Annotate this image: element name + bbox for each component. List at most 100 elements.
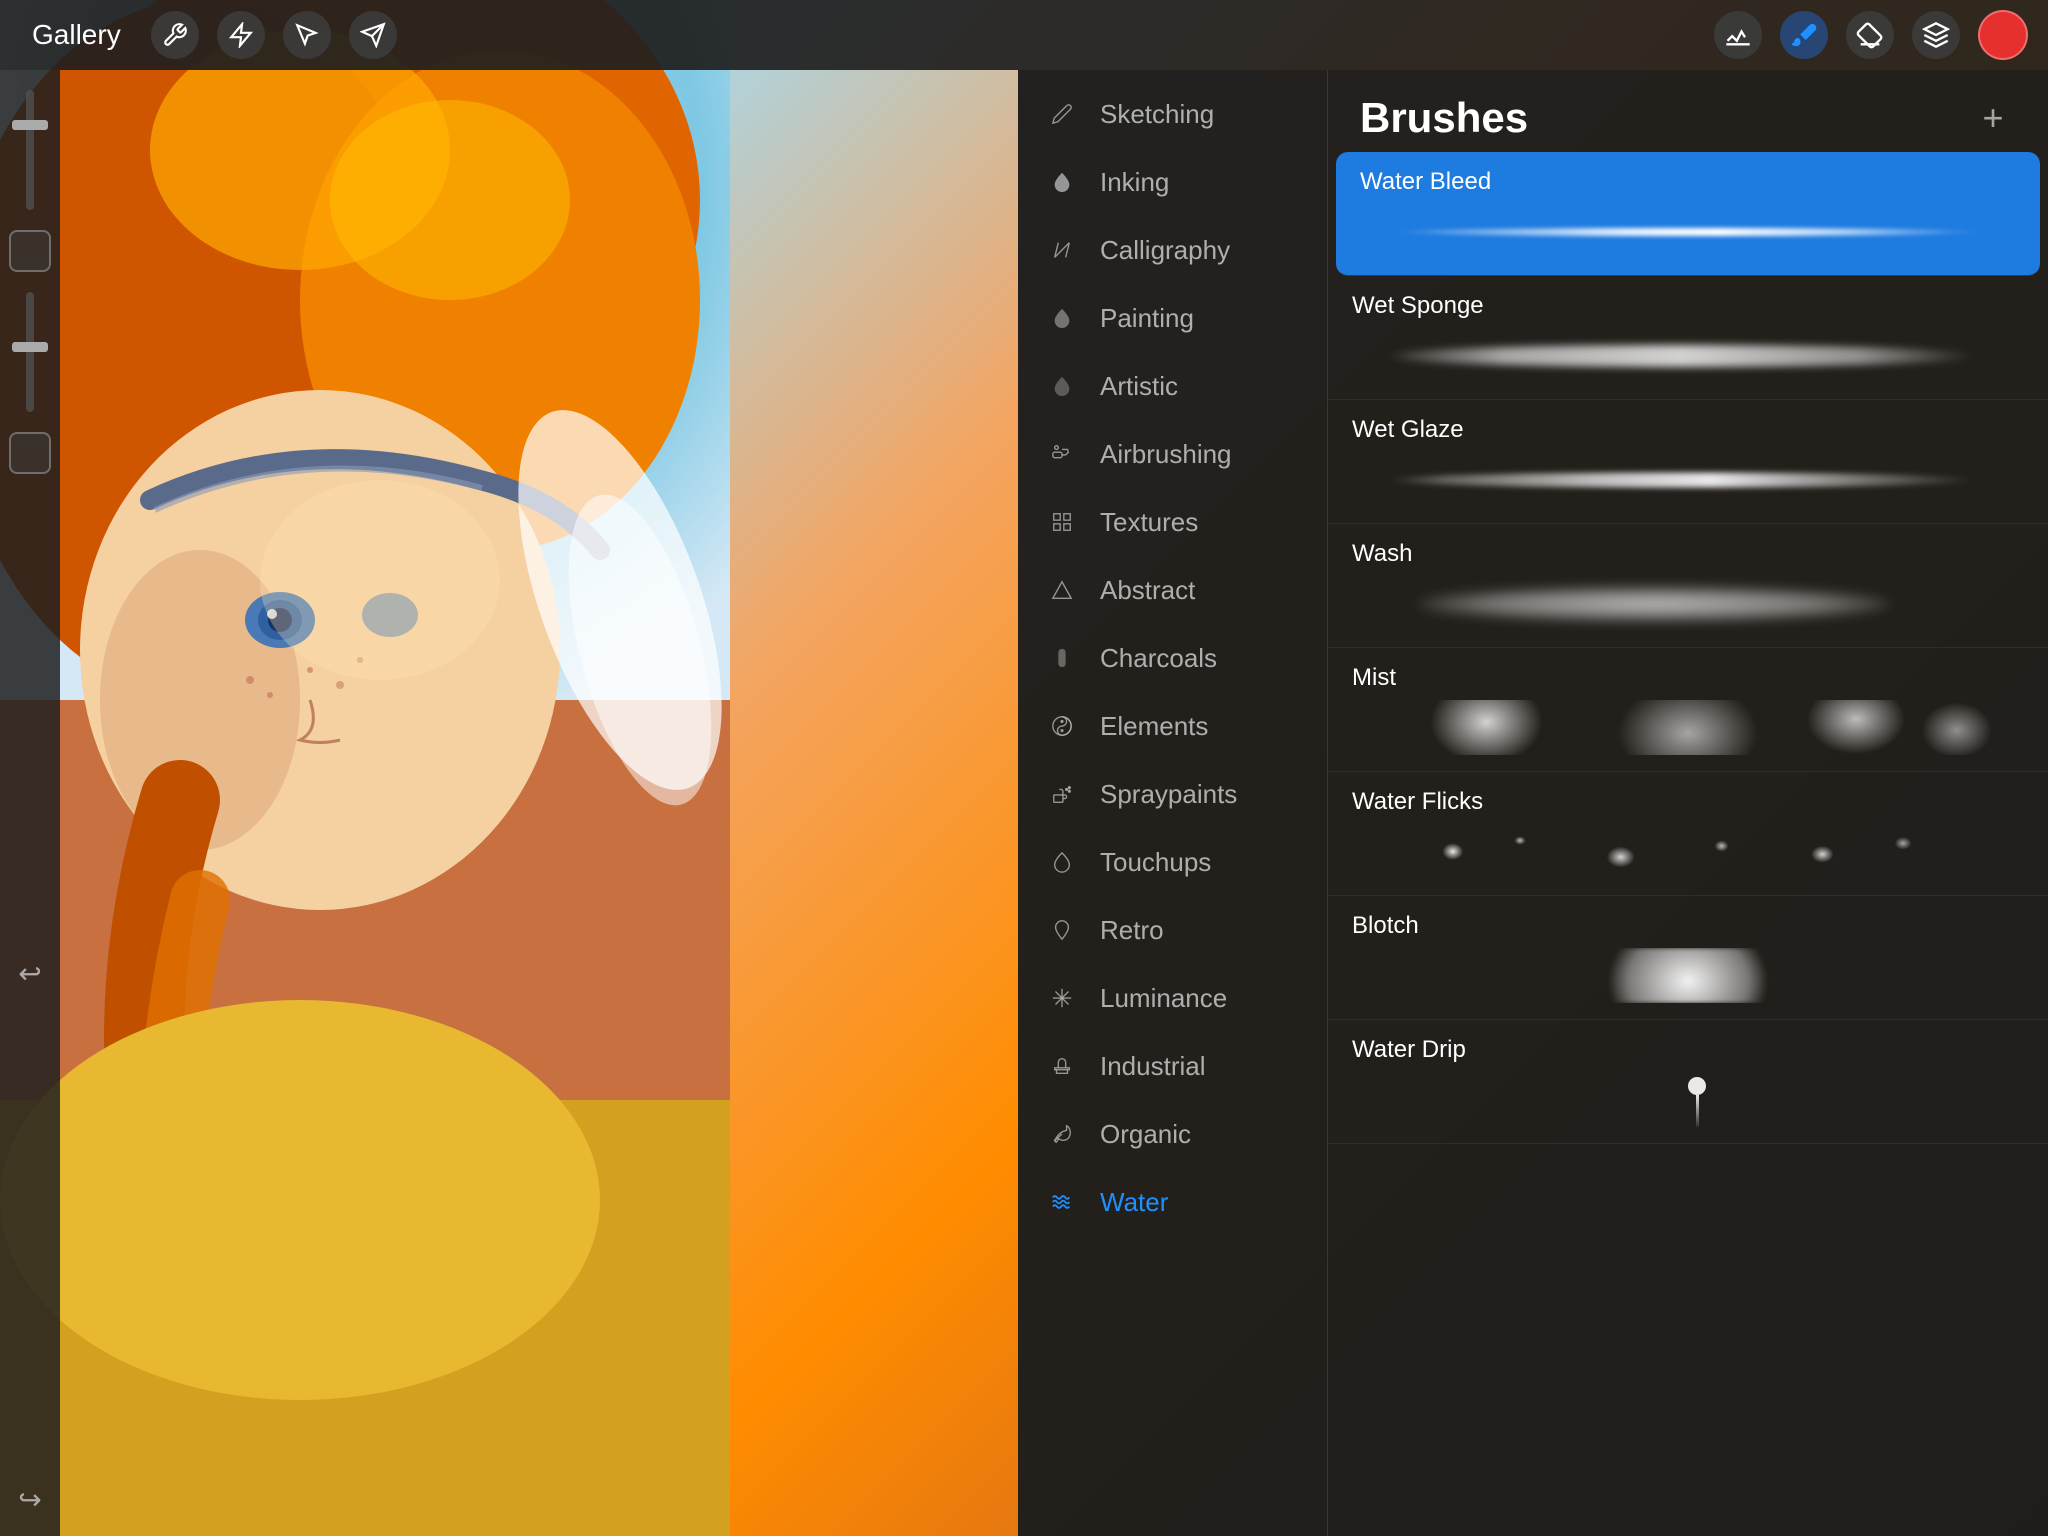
- brush-preview-blotch: [1352, 948, 2024, 1003]
- category-item-abstract[interactable]: Abstract: [1018, 556, 1327, 624]
- add-brush-button[interactable]: +: [1970, 95, 2016, 141]
- spraypaints-icon: [1046, 778, 1078, 810]
- brush-name-wash: Wash: [1352, 540, 2024, 568]
- brush-item-blotch[interactable]: Blotch: [1328, 896, 2048, 1020]
- painting-icon: [1046, 302, 1078, 334]
- brush-preview-wet-sponge: [1352, 328, 2024, 383]
- category-label-airbrushing: Airbrushing: [1100, 439, 1232, 470]
- brush-button[interactable]: [1780, 11, 1828, 59]
- brush-name-blotch: Blotch: [1352, 912, 2024, 940]
- airbrushing-icon: [1046, 438, 1078, 470]
- charcoals-icon: [1046, 642, 1078, 674]
- color-picker[interactable]: [1978, 10, 2028, 60]
- category-item-water[interactable]: Water: [1018, 1168, 1327, 1236]
- brush-stroke-button[interactable]: [1714, 11, 1762, 59]
- brush-preview-wash: [1352, 576, 2024, 631]
- category-label-artistic: Artistic: [1100, 371, 1178, 402]
- water-icon: [1046, 1186, 1078, 1218]
- brush-size-thumb[interactable]: [12, 120, 48, 130]
- calligraphy-icon: [1046, 234, 1078, 266]
- brush-size-indicator[interactable]: [9, 230, 51, 272]
- brush-preview-wet-glaze: [1352, 452, 2024, 507]
- category-item-industrial[interactable]: Industrial: [1018, 1032, 1327, 1100]
- category-item-touchups[interactable]: Touchups: [1018, 828, 1327, 896]
- wrench-button[interactable]: [151, 11, 199, 59]
- artistic-icon: [1046, 370, 1078, 402]
- category-item-painting[interactable]: Painting: [1018, 284, 1327, 352]
- retro-icon: [1046, 914, 1078, 946]
- transform-button[interactable]: [349, 11, 397, 59]
- redo-button[interactable]: ↪: [18, 1483, 41, 1516]
- brush-item-water-bleed[interactable]: Water Bleed: [1336, 152, 2040, 276]
- category-item-charcoals[interactable]: Charcoals: [1018, 624, 1327, 692]
- brush-item-wet-glaze[interactable]: Wet Glaze: [1328, 400, 2048, 524]
- brush-list: Brushes + Water Bleed Wet Sponge Wet Glaze…: [1328, 70, 2048, 1536]
- brush-name-wet-sponge: Wet Sponge: [1352, 292, 2024, 320]
- brushes-panel: Sketching Inking Calligraphy Painting Artist…: [1018, 70, 2048, 1536]
- brush-name-mist: Mist: [1352, 664, 2024, 692]
- brush-size-slider-container: [0, 90, 60, 474]
- category-label-water: Water: [1100, 1187, 1168, 1218]
- organic-icon: [1046, 1118, 1078, 1150]
- category-label-painting: Painting: [1100, 303, 1194, 334]
- category-item-sketching[interactable]: Sketching: [1018, 80, 1327, 148]
- abstract-icon: [1046, 574, 1078, 606]
- category-item-airbrushing[interactable]: Airbrushing: [1018, 420, 1327, 488]
- category-label-touchups: Touchups: [1100, 847, 1211, 878]
- brush-item-water-flicks[interactable]: Water Flicks: [1328, 772, 2048, 896]
- category-item-textures[interactable]: Textures: [1018, 488, 1327, 556]
- category-label-organic: Organic: [1100, 1119, 1191, 1150]
- category-list: Sketching Inking Calligraphy Painting Artist…: [1018, 70, 1328, 1536]
- category-item-inking[interactable]: Inking: [1018, 148, 1327, 216]
- toolbar-left: Gallery: [20, 11, 1714, 59]
- sketching-icon: [1046, 98, 1078, 130]
- category-label-abstract: Abstract: [1100, 575, 1195, 606]
- category-label-calligraphy: Calligraphy: [1100, 235, 1230, 266]
- panel-header: Brushes +: [1328, 70, 2048, 152]
- category-item-spraypaints[interactable]: Spraypaints: [1018, 760, 1327, 828]
- brush-preview-water-bleed: [1360, 204, 2016, 259]
- adjust-button[interactable]: [217, 11, 265, 59]
- category-item-luminance[interactable]: Luminance: [1018, 964, 1327, 1032]
- brush-name-wet-glaze: Wet Glaze: [1352, 416, 2024, 444]
- category-item-organic[interactable]: Organic: [1018, 1100, 1327, 1168]
- eraser-button[interactable]: [1846, 11, 1894, 59]
- brush-preview-mist: [1352, 700, 2024, 755]
- layers-button[interactable]: [1912, 11, 1960, 59]
- category-label-industrial: Industrial: [1100, 1051, 1206, 1082]
- left-sidebar: ↩ ↪: [0, 70, 60, 1536]
- category-item-calligraphy[interactable]: Calligraphy: [1018, 216, 1327, 284]
- toolbar-right: [1714, 10, 2028, 60]
- category-label-luminance: Luminance: [1100, 983, 1227, 1014]
- selection-button[interactable]: [283, 11, 331, 59]
- brush-preview-water-flicks: [1352, 824, 2024, 879]
- category-label-elements: Elements: [1100, 711, 1208, 742]
- brush-name-water-bleed: Water Bleed: [1360, 168, 2016, 196]
- brush-item-mist[interactable]: Mist: [1328, 648, 2048, 772]
- textures-icon: [1046, 506, 1078, 538]
- brush-name-water-flicks: Water Flicks: [1352, 788, 2024, 816]
- category-label-spraypaints: Spraypaints: [1100, 779, 1237, 810]
- category-item-retro[interactable]: Retro: [1018, 896, 1327, 964]
- category-label-sketching: Sketching: [1100, 99, 1214, 130]
- undo-button[interactable]: ↩: [18, 957, 41, 990]
- luminance-icon: [1046, 982, 1078, 1014]
- brush-name-water-drip: Water Drip: [1352, 1036, 2024, 1064]
- elements-icon: [1046, 710, 1078, 742]
- category-label-inking: Inking: [1100, 167, 1169, 198]
- brush-item-wet-sponge[interactable]: Wet Sponge: [1328, 276, 2048, 400]
- category-item-artistic[interactable]: Artistic: [1018, 352, 1327, 420]
- category-item-elements[interactable]: Elements: [1018, 692, 1327, 760]
- brush-size-slider[interactable]: [26, 90, 34, 210]
- opacity-indicator[interactable]: [9, 432, 51, 474]
- industrial-icon: [1046, 1050, 1078, 1082]
- panel-title: Brushes: [1360, 94, 1528, 142]
- opacity-slider[interactable]: [26, 292, 34, 412]
- brush-item-water-drip[interactable]: Water Drip: [1328, 1020, 2048, 1144]
- touchups-icon: [1046, 846, 1078, 878]
- gallery-button[interactable]: Gallery: [20, 13, 133, 57]
- category-label-textures: Textures: [1100, 507, 1198, 538]
- opacity-thumb[interactable]: [12, 342, 48, 352]
- brush-preview-water-drip: [1352, 1072, 2024, 1127]
- brush-item-wash[interactable]: Wash: [1328, 524, 2048, 648]
